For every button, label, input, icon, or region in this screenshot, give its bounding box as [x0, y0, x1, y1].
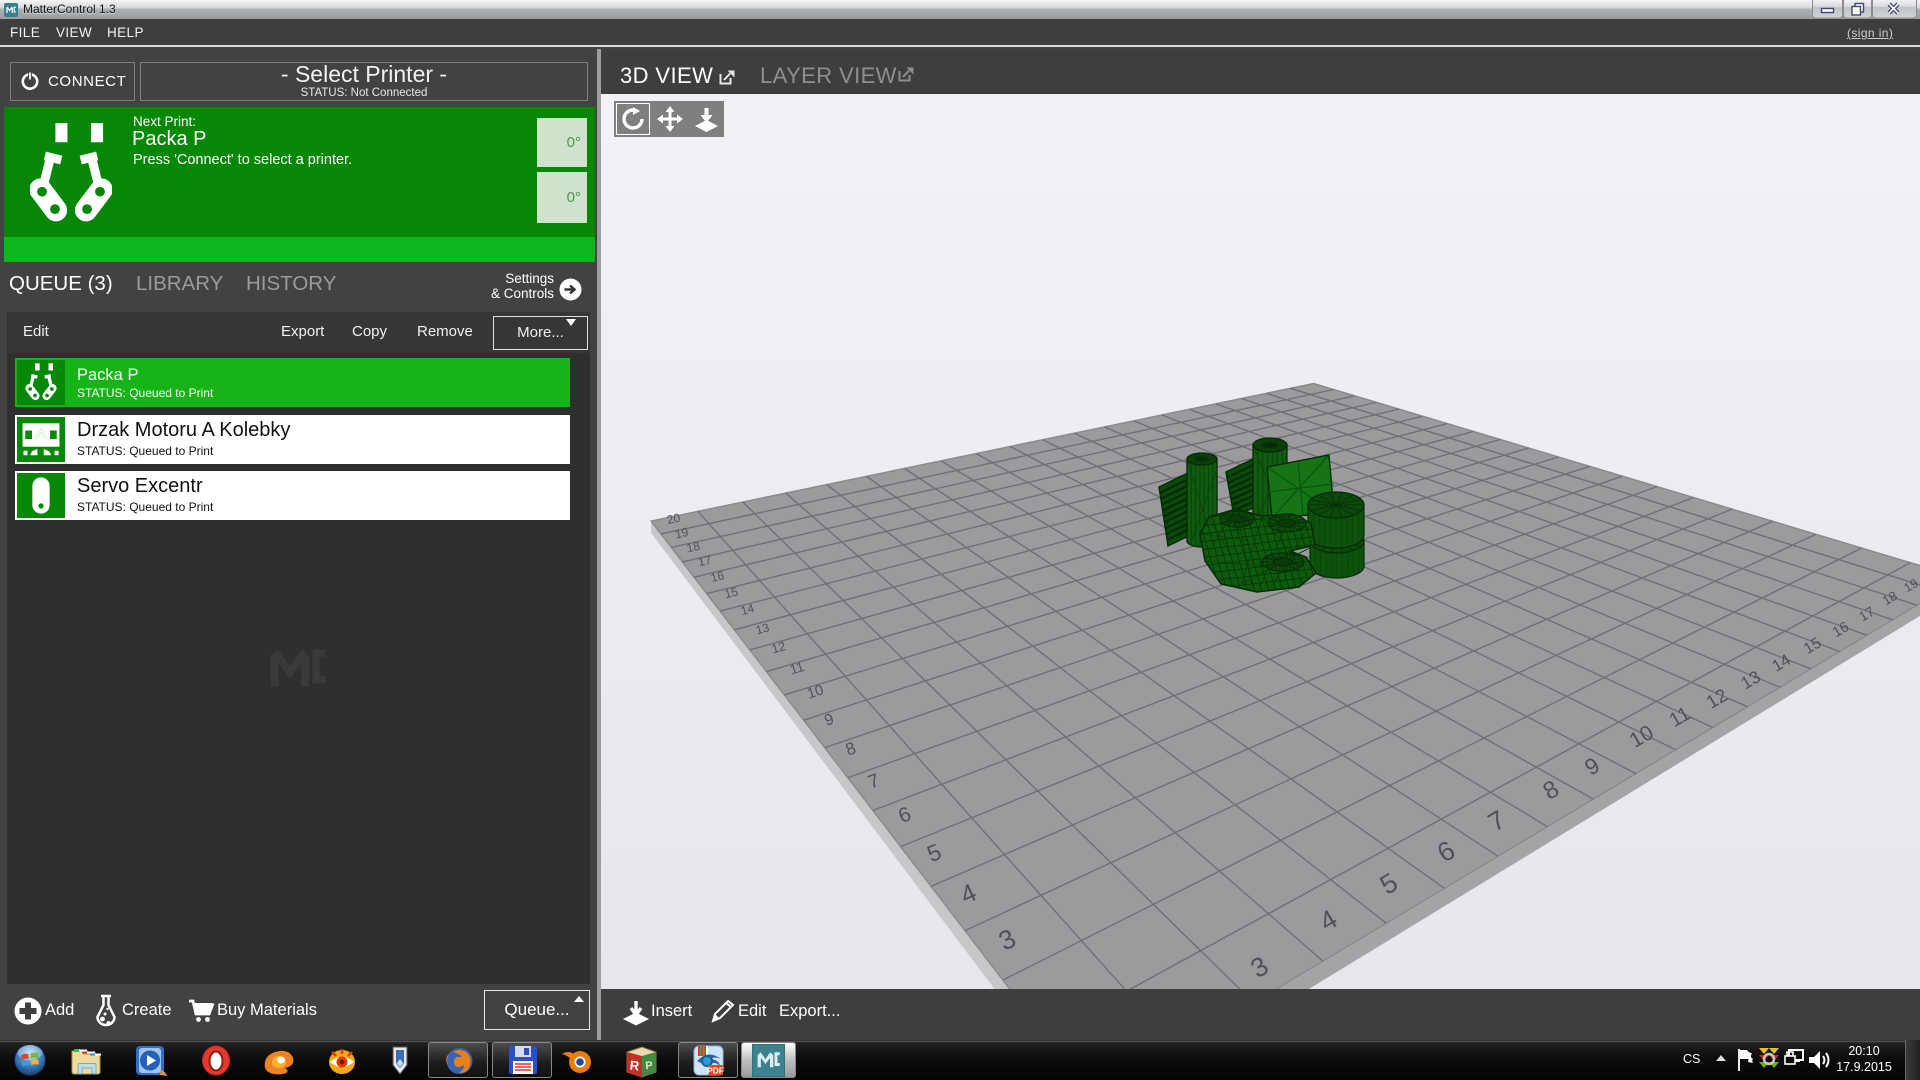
svg-text:PDF: PDF	[707, 1066, 724, 1076]
svg-text:P: P	[645, 1060, 654, 1073]
svg-text:20: 20	[666, 510, 682, 527]
